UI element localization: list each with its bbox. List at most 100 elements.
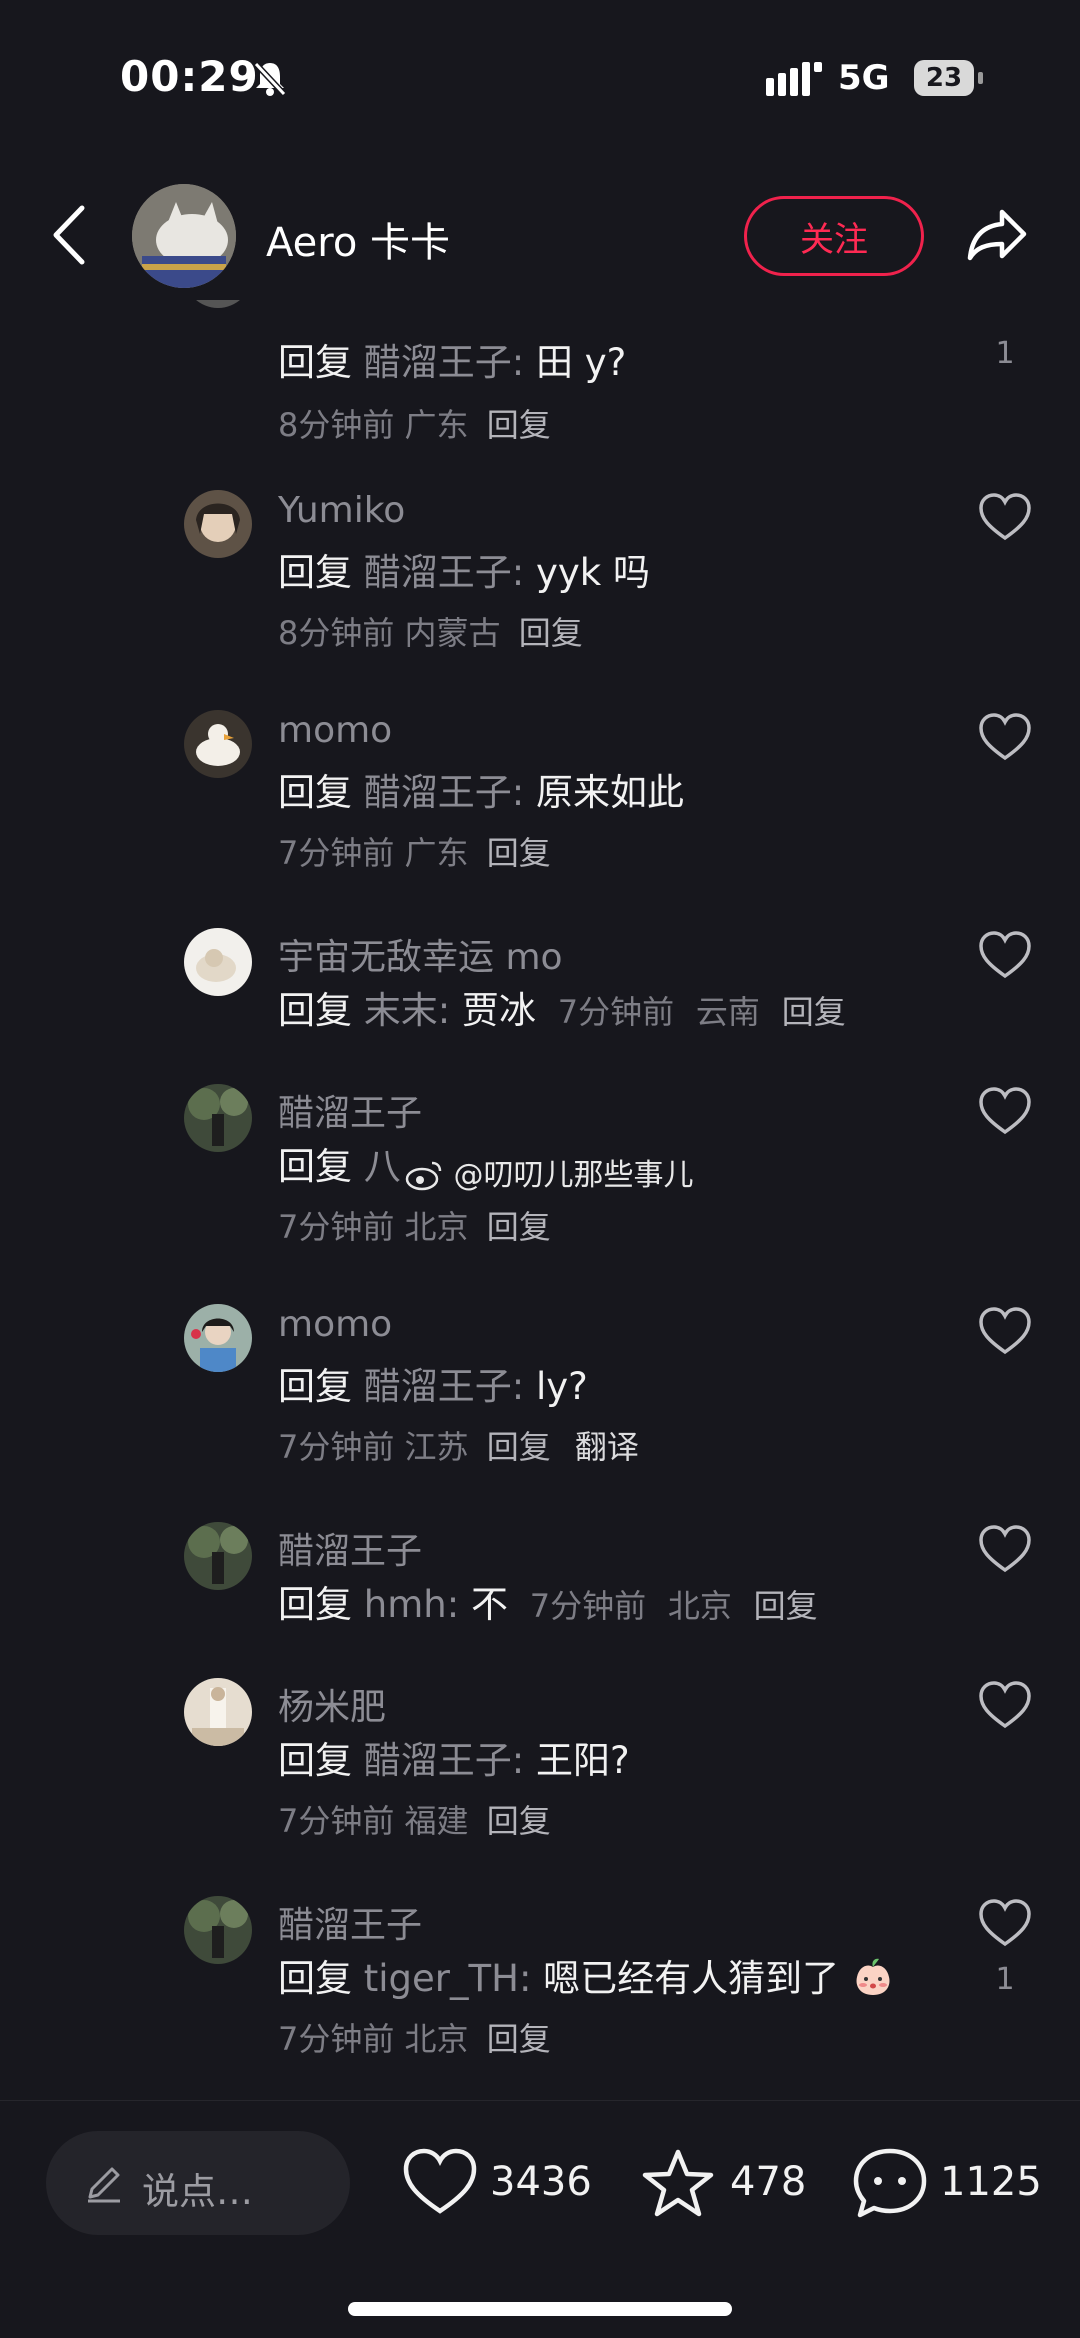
home-indicator[interactable] <box>348 2302 732 2316</box>
reply-target[interactable]: 醋溜王子: <box>364 1365 524 1408</box>
like-heart-icon[interactable] <box>978 1086 1032 1136</box>
comment-meta: 7分钟前 北京 回复 <box>278 2014 551 2060</box>
reply-target[interactable]: 醋溜王子: <box>364 551 524 594</box>
avatar[interactable] <box>132 184 236 288</box>
comment-text: 回复 醋溜王子: 田 y? <box>278 332 626 386</box>
reply-button[interactable]: 回复 <box>487 1802 551 1840</box>
reply-target[interactable]: 醋溜王子: <box>364 341 524 384</box>
reply-prefix: 回复 <box>278 1739 352 1782</box>
comment-time: 8分钟前 <box>278 614 395 652</box>
reply-target[interactable]: tiger_TH: <box>364 1957 532 2000</box>
commenter-avatar[interactable] <box>184 300 252 308</box>
reply-button[interactable]: 回复 <box>487 1428 551 1466</box>
reply-prefix: 回复 <box>278 771 352 814</box>
reply-prefix: 回复 <box>278 1957 352 2000</box>
like-heart-icon[interactable] <box>978 1306 1032 1356</box>
comment-input[interactable]: 说点… <box>46 2131 350 2235</box>
reply-button[interactable]: 回复 <box>487 1208 551 1246</box>
like-heart-icon[interactable] <box>978 1898 1032 1948</box>
commenter-name[interactable]: momo <box>278 1304 392 1345</box>
comment-bubble-icon <box>853 2148 927 2218</box>
reply-target[interactable]: 醋溜王子: <box>364 1739 524 1782</box>
comment-location: 内蒙古 <box>404 614 501 652</box>
commenter-name[interactable]: 宇宙无敌幸运 mo <box>278 928 563 980</box>
commenter-avatar[interactable] <box>184 1896 252 1964</box>
comment-body: 田 y? <box>536 341 627 384</box>
reply-target[interactable]: hmh: <box>364 1583 459 1626</box>
reply-button[interactable]: 回复 <box>487 2020 551 2058</box>
comment-text: 回复 醋溜王子: 原来如此 <box>278 762 684 816</box>
back-icon[interactable] <box>42 200 102 270</box>
comment-location: 福建 <box>404 1802 469 1840</box>
commenter-avatar[interactable] <box>184 1678 252 1746</box>
commenter-avatar[interactable] <box>184 710 252 778</box>
bell-muted-icon <box>253 61 287 97</box>
weibo-watermark: @叨叨儿那些事儿 <box>404 1150 694 1194</box>
like-count-total: 3436 <box>490 2159 592 2205</box>
reply-prefix: 回复 <box>278 989 352 1032</box>
like-heart-icon[interactable] <box>978 712 1032 762</box>
reply-button[interactable]: 回复 <box>782 993 846 1031</box>
commenter-name[interactable]: 醋溜王子 <box>278 1896 422 1948</box>
comment-meta: 7分钟前 广东 回复 <box>278 828 551 874</box>
comment-location: 北京 <box>667 1587 732 1625</box>
comment-location: 广东 <box>404 406 469 444</box>
comment-time: 7分钟前 <box>278 1428 395 1466</box>
reply-target[interactable]: 末末: <box>364 989 450 1032</box>
commenter-name[interactable]: 醋溜王子 <box>278 1522 422 1574</box>
translate-button[interactable]: 翻译 <box>575 1428 639 1466</box>
comment-body: 王阳? <box>536 1739 630 1782</box>
follow-button[interactable]: 关注 <box>744 196 924 276</box>
like-heart-icon[interactable] <box>978 1680 1032 1730</box>
comment-count: 1125 <box>940 2159 1042 2205</box>
like-heart-icon[interactable] <box>978 492 1032 542</box>
comment-meta: 7分钟前 北京 回复 <box>278 1202 551 1248</box>
status-bar: 00:29 5G 23 <box>0 0 1080 160</box>
comment-count-button[interactable]: 1125 <box>852 2147 1062 2219</box>
share-icon[interactable] <box>964 202 1030 268</box>
commenter-name[interactable]: Yumiko <box>278 490 405 531</box>
like-heart-icon[interactable] <box>978 930 1032 980</box>
comment-meta: 8分钟前 内蒙古 回复 <box>278 608 583 654</box>
comment-time: 7分钟前 <box>278 2020 395 2058</box>
blushing-peach-emoji-icon <box>856 1958 890 1995</box>
commenter-name[interactable]: 醋溜王子 <box>278 1084 422 1136</box>
comment-text: 回复 hmh: 不 7分钟前 北京 回复 <box>278 1574 818 1628</box>
reply-button[interactable]: 回复 <box>519 614 583 652</box>
reply-prefix: 回复 <box>278 551 352 594</box>
comment-body: ly? <box>536 1365 588 1408</box>
commenter-avatar[interactable] <box>184 1304 252 1372</box>
comment-location: 北京 <box>404 2020 469 2058</box>
comment-location: 云南 <box>695 993 760 1031</box>
comment-text: 回复 八 <box>278 1136 401 1190</box>
commenter-name[interactable]: momo <box>278 710 392 751</box>
commenter-name[interactable]: 杨米肥 <box>278 1678 386 1730</box>
reply-button[interactable]: 回复 <box>487 834 551 872</box>
reply-button[interactable]: 回复 <box>754 1587 818 1625</box>
like-heart-icon[interactable] <box>978 1524 1032 1574</box>
comment-body: 嗯已经有人猜到了 <box>543 1957 840 2000</box>
commenter-avatar[interactable] <box>184 1084 252 1152</box>
reply-prefix: 回复 <box>278 1145 352 1188</box>
reply-prefix: 回复 <box>278 1365 352 1408</box>
like-count: 1 <box>995 336 1015 371</box>
favorite-button[interactable]: 478 <box>640 2147 820 2219</box>
comment-list[interactable]: 回复 醋溜王子: 田 y? 8分钟前 广东 回复 1 Yumiko 回复 醋溜王… <box>0 300 1080 2100</box>
reply-target[interactable]: 八 <box>364 1145 401 1188</box>
like-button[interactable]: 3436 <box>402 2147 602 2219</box>
comment-time: 8分钟前 <box>278 406 395 444</box>
reply-target[interactable]: 醋溜王子: <box>364 771 524 814</box>
commenter-avatar[interactable] <box>184 928 252 996</box>
comment-location: 江苏 <box>404 1428 469 1466</box>
battery-tip <box>978 72 983 84</box>
favorite-count: 478 <box>730 2159 807 2205</box>
comment-text: 回复 醋溜王子: 王阳? <box>278 1730 630 1784</box>
battery-icon: 23 <box>914 60 974 96</box>
like-count: 1 <box>995 1962 1015 1997</box>
comment-time: 7分钟前 <box>278 834 395 872</box>
commenter-avatar[interactable] <box>184 1522 252 1590</box>
reply-button[interactable]: 回复 <box>487 406 551 444</box>
comment-time: 7分钟前 <box>278 1802 395 1840</box>
commenter-avatar[interactable] <box>184 490 252 558</box>
comment-meta: 7分钟前 江苏 回复 翻译 <box>278 1422 639 1468</box>
